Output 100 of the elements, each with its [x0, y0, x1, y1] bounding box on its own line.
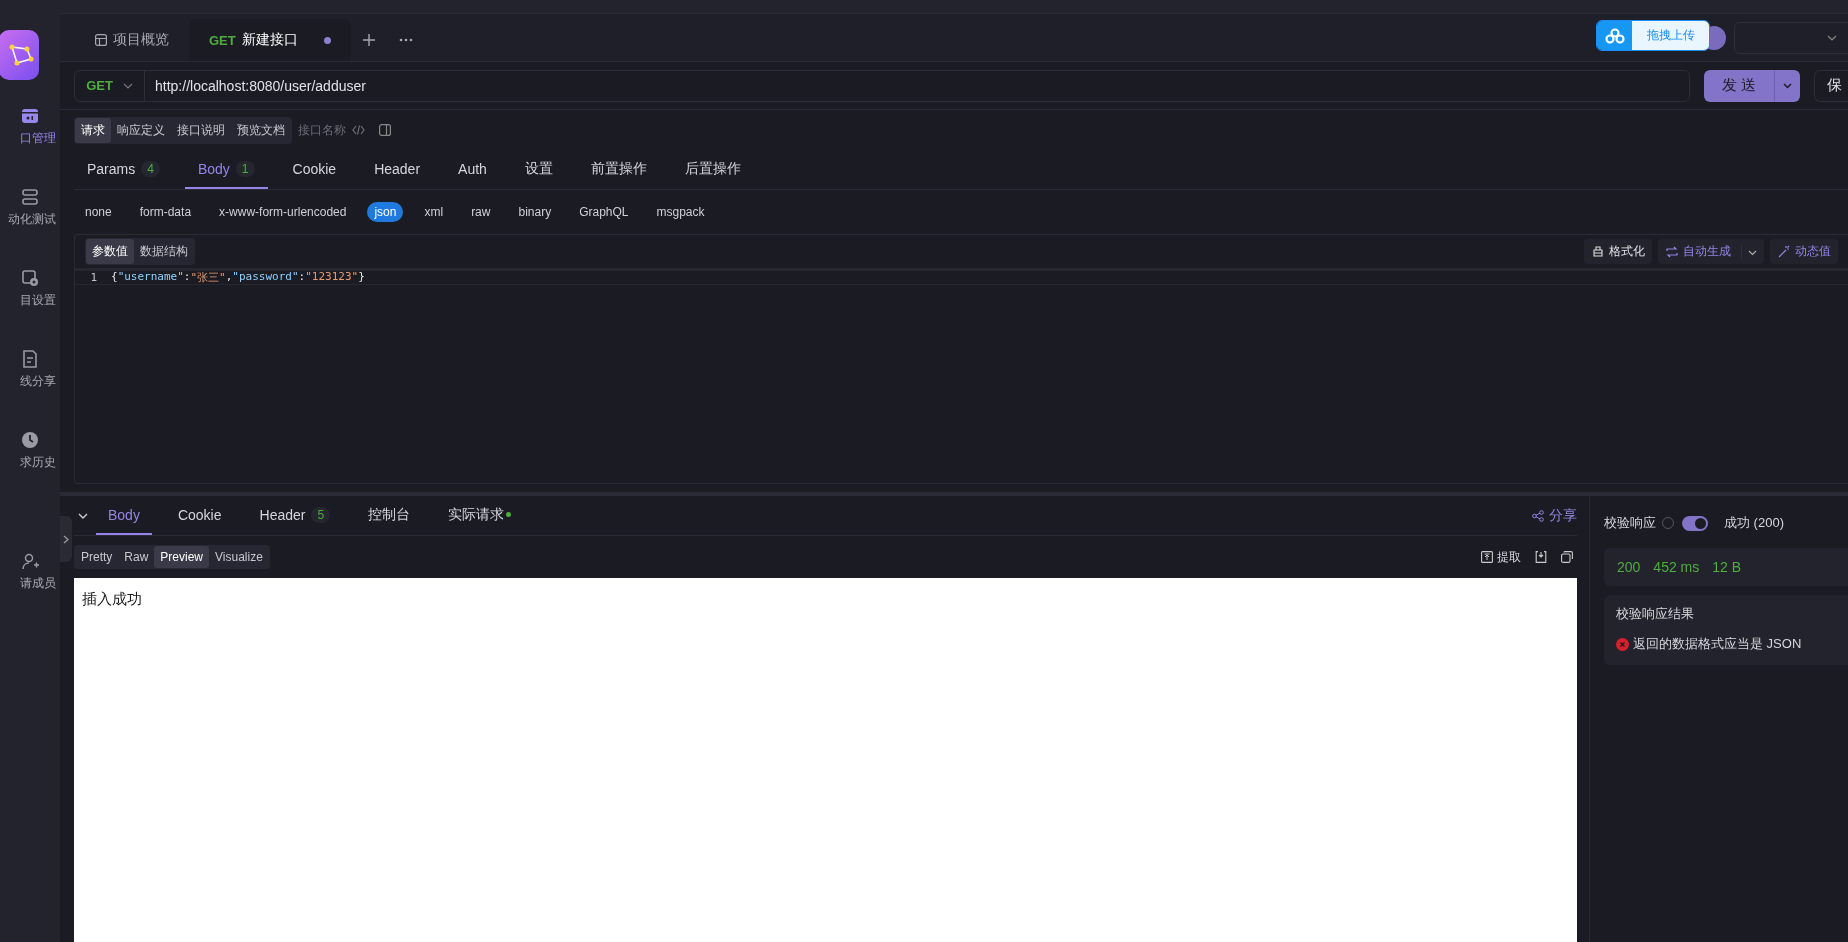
- tab-label: 新建接口: [241, 31, 298, 49]
- stack-icon[interactable]: [20, 187, 40, 207]
- tab-label: Params: [87, 160, 136, 177]
- body-type-option[interactable]: form-data: [132, 202, 199, 222]
- count-badge: 4: [141, 160, 160, 177]
- download-icon[interactable]: [1535, 551, 1547, 563]
- param-tab[interactable]: 前置操作: [577, 150, 660, 189]
- tab-label: Auth: [458, 160, 487, 177]
- mode-tab[interactable]: 参数值: [86, 239, 134, 264]
- chevron-down-icon: [1748, 249, 1757, 256]
- param-tab[interactable]: 后置操作: [671, 150, 754, 189]
- format-tab[interactable]: Pretty: [75, 546, 119, 568]
- nav-label[interactable]: 目设置: [20, 292, 60, 309]
- format-tab[interactable]: Raw: [118, 546, 155, 568]
- tab-label: Cookie: [177, 506, 222, 523]
- view-tab[interactable]: 预览文档: [231, 117, 291, 143]
- nav-label[interactable]: 口管理: [20, 130, 60, 147]
- stat-value: 200: [1617, 559, 1641, 575]
- document-share-icon[interactable]: [20, 349, 40, 369]
- app-logo[interactable]: [0, 30, 39, 80]
- expand-handle[interactable]: [60, 516, 72, 562]
- api-icon[interactable]: [20, 106, 40, 126]
- tab-label: Cookie: [292, 160, 337, 177]
- status-text: 成功 (200): [1724, 514, 1784, 532]
- param-tab[interactable]: Header: [361, 150, 434, 189]
- body-type-option[interactable]: none: [78, 202, 119, 222]
- view-tab[interactable]: 接口说明: [171, 117, 231, 143]
- tab-label: 后置操作: [684, 159, 741, 178]
- stat-value: 452 ms: [1653, 559, 1700, 575]
- body-type-option[interactable]: binary: [511, 202, 559, 222]
- editor-tab[interactable]: GET 新建接口: [189, 19, 351, 61]
- line-number: 1: [89, 271, 98, 284]
- tab-label: 实际请求: [448, 505, 505, 524]
- response-text: 插入成功: [82, 590, 142, 607]
- response-tab[interactable]: 实际请求: [436, 496, 524, 535]
- brush-icon: [1591, 244, 1605, 259]
- body-type-option[interactable]: GraphQL: [572, 202, 636, 222]
- body-type-option[interactable]: xml: [417, 202, 451, 222]
- response-tab[interactable]: Cookie: [165, 496, 234, 535]
- chevron-down-icon: [1827, 35, 1837, 41]
- nav-label[interactable]: 请成员: [20, 575, 60, 592]
- settings-icon[interactable]: [20, 268, 40, 288]
- tab-label: Body: [108, 506, 140, 523]
- response-tab[interactable]: 控制台: [356, 496, 423, 535]
- param-tab[interactable]: Auth: [445, 150, 500, 189]
- extract-icon: [1481, 551, 1493, 563]
- body-type-option[interactable]: msgpack: [649, 202, 712, 222]
- stat-value: 12 B: [1712, 559, 1742, 575]
- toolbar-button[interactable]: 自动生成: [1658, 239, 1764, 264]
- method-select[interactable]: GET: [75, 70, 145, 101]
- url-field[interactable]: GET http://localhost:8080/user/adduser: [74, 69, 1690, 102]
- code-icon[interactable]: [352, 125, 365, 135]
- tab-label: Header: [259, 506, 306, 523]
- chevron-down-icon: [1783, 82, 1792, 89]
- repeat-icon: [1665, 244, 1679, 259]
- body-type-option[interactable]: x-www-form-urlencoded: [212, 202, 354, 222]
- response-tab[interactable]: Body: [96, 496, 152, 535]
- result-text: 返回的数据格式应当是 JSON: [1633, 635, 1802, 653]
- view-tab[interactable]: 请求: [75, 117, 111, 143]
- result-title: 校验响应结果: [1616, 605, 1695, 623]
- param-tab[interactable]: 设置: [511, 150, 566, 189]
- method-label: GET: [86, 78, 113, 93]
- toolbar-button[interactable]: 格式化: [1584, 239, 1652, 264]
- share-link[interactable]: 分享: [1532, 496, 1577, 535]
- tab-label: 设置: [524, 159, 553, 178]
- mode-tab[interactable]: 数据结构: [134, 239, 194, 264]
- add-user-icon[interactable]: [20, 551, 40, 571]
- tab-label: 项目概览: [113, 31, 169, 49]
- code-line: {"username":"张三","password":"123123"}: [111, 270, 365, 285]
- body-type-option[interactable]: raw: [464, 202, 498, 222]
- nav-label[interactable]: 动化测试: [8, 211, 60, 228]
- param-tab[interactable]: Params 4: [74, 150, 173, 189]
- format-tab[interactable]: Visualize: [209, 546, 269, 568]
- plus-icon: [363, 34, 375, 46]
- extract-button[interactable]: 提取: [1481, 548, 1521, 566]
- magic-wand-icon: [1777, 244, 1791, 259]
- tab-label: Header: [374, 160, 421, 177]
- chevron-down-icon[interactable]: [78, 512, 88, 519]
- nav-label[interactable]: 求历史: [20, 454, 60, 471]
- validate-label: 校验响应: [1604, 514, 1656, 532]
- body-type-option[interactable]: json: [367, 202, 404, 222]
- tab-label: 前置操作: [590, 159, 647, 178]
- validate-toggle[interactable]: [1682, 515, 1708, 531]
- layout-icon: [95, 34, 107, 46]
- cloud-icon: [1604, 27, 1625, 44]
- toolbar-button[interactable]: 动态值: [1770, 239, 1838, 264]
- copy-icon[interactable]: [1561, 551, 1573, 563]
- param-tab[interactable]: Cookie: [279, 150, 350, 189]
- view-tab[interactable]: 响应定义: [111, 117, 171, 143]
- save-button[interactable]: 保: [1814, 69, 1848, 102]
- chevron-down-icon: [122, 82, 133, 89]
- param-tab[interactable]: Body 1: [184, 150, 268, 189]
- code-editor[interactable]: 参数值 数据结构 格式化 自动生成 动态值 1 {"username":"张三","password":"123123"}: [74, 234, 1848, 484]
- format-tab[interactable]: Preview: [154, 546, 210, 568]
- response-tab[interactable]: Header 5: [247, 496, 343, 535]
- editor-tab[interactable]: 项目概览: [75, 19, 189, 61]
- nav-label[interactable]: 线分享: [20, 373, 60, 390]
- clock-icon[interactable]: [20, 430, 40, 450]
- tab-label: Body: [197, 160, 230, 177]
- panel-icon[interactable]: [379, 124, 391, 136]
